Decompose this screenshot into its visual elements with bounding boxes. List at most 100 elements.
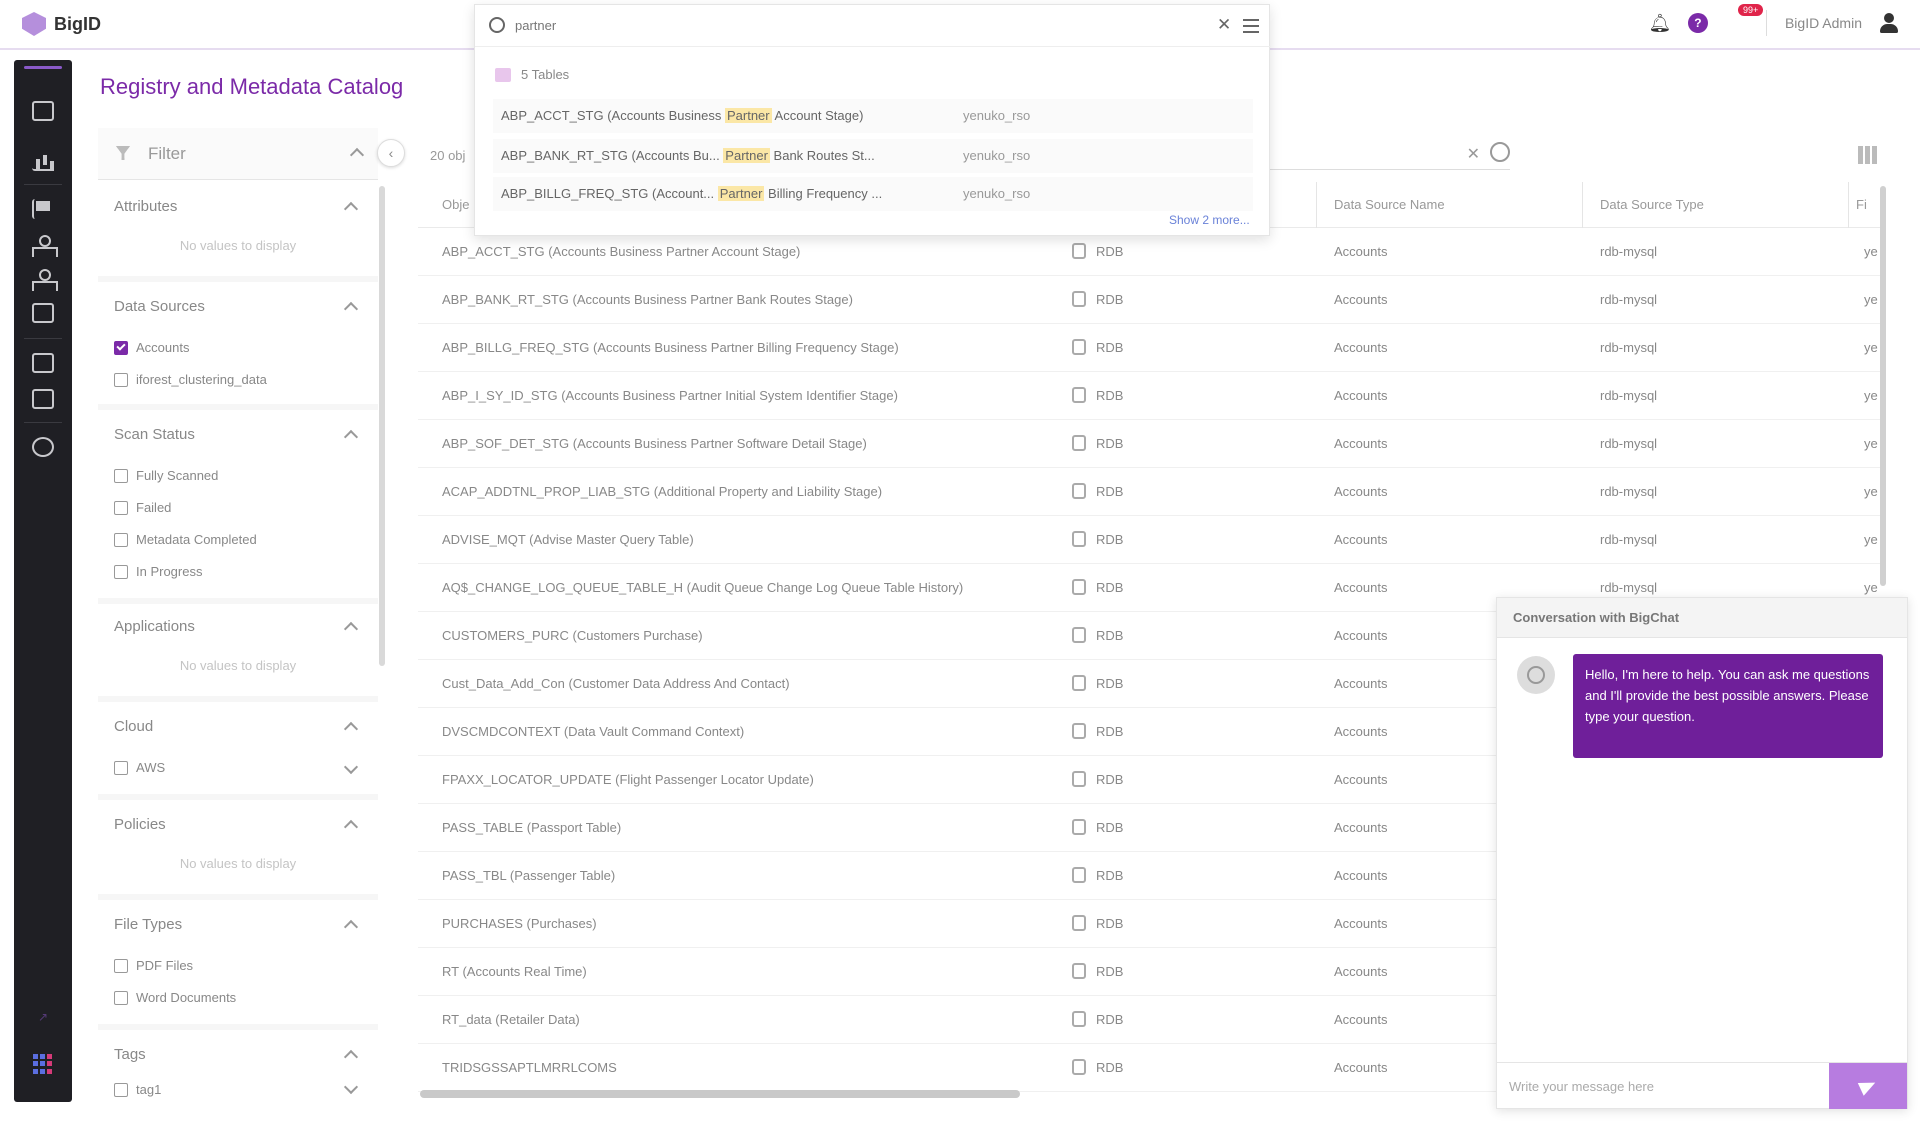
option-accounts[interactable]: Accounts [114,340,189,355]
nav-settings[interactable] [29,434,57,460]
send-button[interactable] [1829,1063,1907,1109]
option-aws[interactable]: AWS [114,760,165,775]
header-data-source-name[interactable]: Data Source Name [1334,197,1445,212]
nav-policies[interactable] [29,350,57,376]
chevron-up-icon[interactable] [343,919,359,935]
table-search[interactable]: ✕ [1270,140,1510,170]
nav-actionable-insights[interactable] [29,196,57,222]
filter-scrollbar[interactable] [379,186,385,666]
chevron-down-icon[interactable] [343,1079,359,1095]
option-in-progress[interactable]: In Progress [114,564,202,579]
cell-object-name[interactable]: CUSTOMERS_PURC (Customers Purchase) [442,628,703,643]
checkbox[interactable] [114,1082,128,1097]
cell-object-name[interactable]: RT_data (Retailer Data) [442,1012,580,1027]
columns-icon[interactable] [1858,146,1878,164]
chevron-up-icon[interactable] [343,201,359,217]
header-extra[interactable]: Fi [1856,197,1867,212]
horizontal-scrollbar[interactable] [420,1090,1020,1098]
table-row[interactable]: ABP_BANK_RT_STG (Accounts Business Partn… [418,276,1880,324]
checkbox[interactable] [114,500,128,515]
checkbox[interactable] [114,564,128,579]
cell-object-name[interactable]: ADVISE_MQT (Advise Master Query Table) [442,532,694,547]
chevron-up-icon[interactable] [343,301,359,317]
header-data-source-type[interactable]: Data Source Type [1600,197,1704,212]
cell-object-name[interactable]: Cust_Data_Add_Con (Customer Data Address… [442,676,790,691]
checkbox[interactable] [114,468,128,483]
bell-icon[interactable]: 🔔︎ [1649,13,1672,33]
search-query[interactable]: partner [515,18,556,33]
global-search-input[interactable]: partner ✕ [475,5,1271,47]
cell-object-name[interactable]: FPAXX_LOCATOR_UPDATE (Flight Passenger L… [442,772,814,787]
nav-expand-icon[interactable]: ↗ [38,1010,48,1024]
option-iforest[interactable]: iforest_clustering_data [114,372,267,387]
option-pdf-files[interactable]: PDF Files [114,958,193,973]
section-attributes-title[interactable]: Attributes [114,198,177,215]
cell-object-name[interactable]: ABP_I_SY_ID_STG (Accounts Business Partn… [442,388,898,403]
checkbox[interactable] [114,760,128,775]
show-more-link[interactable]: Show 2 more... [1169,213,1250,227]
option-failed[interactable]: Failed [114,500,171,515]
checkbox[interactable] [114,958,128,973]
clear-search-icon[interactable]: ✕ [1217,15,1231,35]
table-row[interactable]: ADVISE_MQT (Advise Master Query Table) RD… [418,516,1880,564]
clear-icon[interactable]: ✕ [1467,144,1480,164]
section-tags-title[interactable]: Tags [114,1046,146,1063]
chevron-up-icon[interactable] [349,147,365,163]
option-tag1[interactable]: tag1 [114,1082,161,1097]
search-options-icon[interactable] [1243,19,1259,33]
cell-object-name[interactable]: ACAP_ADDTNL_PROP_LIAB_STG (Additional Pr… [442,484,882,499]
nav-dashboard[interactable] [29,98,57,124]
option-metadata-completed[interactable]: Metadata Completed [114,532,257,547]
search-result[interactable]: ABP_BILLG_FREQ_STG (Account... Partner B… [493,177,1253,211]
cell-object-name[interactable]: PASS_TBL (Passenger Table) [442,868,615,883]
nav-catalog[interactable] [29,300,57,326]
checkbox[interactable] [114,372,128,387]
chevron-up-icon[interactable] [343,429,359,445]
collapse-filter-button[interactable]: ‹ [377,139,405,167]
chevron-up-icon[interactable] [343,1049,359,1065]
chevron-up-icon[interactable] [343,621,359,637]
section-applications-title[interactable]: Applications [114,618,195,635]
cell-object-name[interactable]: AQ$_CHANGE_LOG_QUEUE_TABLE_H (Audit Queu… [442,580,963,595]
chat-message-input[interactable] [1507,1073,1827,1099]
table-row[interactable]: ABP_SOF_DET_STG (Accounts Business Partn… [418,420,1880,468]
nav-reports[interactable] [29,148,57,174]
table-row[interactable]: ACAP_ADDTNL_PROP_LIAB_STG (Additional Pr… [418,468,1880,516]
nav-inventory[interactable] [29,266,58,292]
option-word-documents[interactable]: Word Documents [114,990,236,1005]
search-result[interactable]: ABP_ACCT_STG (Accounts Business Partner … [493,99,1253,133]
cell-object-name[interactable]: TRIDSGSSAPTLMRRLCOMS [442,1060,617,1075]
user-avatar-icon[interactable] [1880,13,1898,33]
section-cloud-title[interactable]: Cloud [114,718,153,735]
apps-grid-icon[interactable] [33,1054,53,1074]
cell-object-name[interactable]: RT (Accounts Real Time) [442,964,587,979]
cell-object-name[interactable]: ABP_BANK_RT_STG (Accounts Business Partn… [442,292,853,307]
app-logo[interactable]: BigID [22,12,101,36]
header-object-name[interactable]: Obje [442,197,469,212]
help-icon[interactable]: ? [1687,13,1708,33]
cell-object-name[interactable]: PURCHASES (Purchases) [442,916,597,931]
checkbox[interactable] [114,990,128,1005]
section-file-types-title[interactable]: File Types [114,916,182,933]
cell-object-name[interactable]: PASS_TABLE (Passport Table) [442,820,621,835]
nav-data-explorer[interactable] [29,232,58,258]
search-result[interactable]: ABP_BANK_RT_STG (Accounts Bu... Partner … [493,139,1253,173]
option-fully-scanned[interactable]: Fully Scanned [114,468,218,483]
cell-object-name[interactable]: ABP_ACCT_STG (Accounts Business Partner … [442,244,800,259]
checkbox-checked[interactable] [114,340,128,355]
user-name[interactable]: BigID Admin [1785,15,1862,31]
cell-object-name[interactable]: ABP_BILLG_FREQ_STG (Accounts Business Pa… [442,340,899,355]
chevron-down-icon[interactable] [343,759,359,775]
section-data-sources-title[interactable]: Data Sources [114,298,205,315]
section-policies-title[interactable]: Policies [114,816,166,833]
cell-object-name[interactable]: DVSCMDCONTEXT (Data Vault Command Contex… [442,724,744,739]
section-scan-status-title[interactable]: Scan Status [114,426,195,443]
checkbox[interactable] [114,532,128,547]
chevron-up-icon[interactable] [343,819,359,835]
notifications-button[interactable]: 99+ [1726,4,1764,34]
filter-header[interactable]: Filter [98,128,378,180]
nav-scans[interactable] [29,386,57,412]
table-row[interactable]: ABP_I_SY_ID_STG (Accounts Business Partn… [418,372,1880,420]
cell-object-name[interactable]: ABP_SOF_DET_STG (Accounts Business Partn… [442,436,867,451]
search-icon[interactable] [1490,142,1510,162]
